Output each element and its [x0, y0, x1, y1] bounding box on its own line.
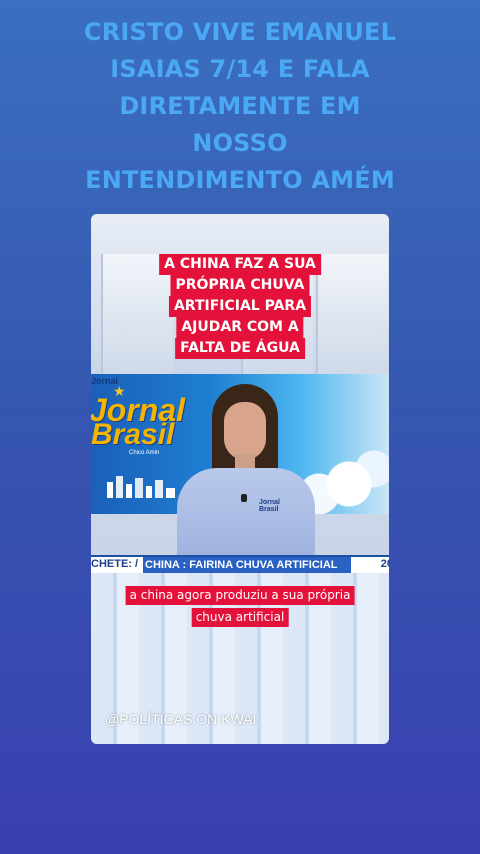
watermark: @POLÍTICAS ON KWAI — [105, 711, 257, 727]
video-player[interactable]: Jornal ★ Jornal Brasil Chico Amin Jornal… — [91, 214, 389, 744]
shirt-logo-line-2: Brasil — [259, 506, 279, 513]
shirt-logo: Jornal Brasil — [259, 499, 280, 513]
shirt-logo-line-1: Jornal — [259, 499, 281, 506]
headline-line-4: NOSSO — [192, 129, 288, 157]
news-ticker: CHETE: / CHINA : FAIRINA CHUVA ARTIFICIA… — [91, 555, 389, 573]
logo-subtitle: Chico Amin — [129, 450, 160, 456]
headline-line-5: ENTENDIMENTO AMÉM — [85, 166, 395, 194]
caption-top-line-1: A CHINA FAZ A SUA — [159, 254, 321, 275]
caption-top-line-4: AJUDAR COM A — [176, 317, 304, 338]
studio-panel — [316, 254, 388, 374]
anchor-body — [177, 468, 315, 558]
headline-line-1: CRISTO VIVE EMANUEL — [83, 18, 397, 46]
logo-brasil: Brasil — [91, 418, 175, 451]
ticker-headline: CHINA : FAIRINA CHUVA ARTIFICIAL — [143, 557, 351, 573]
microphone-icon — [241, 494, 247, 502]
anchor-face — [224, 402, 266, 460]
ticker-label: CHETE: — [91, 558, 132, 570]
caption-top-line-3: ARTIFICIAL PARA — [168, 296, 312, 317]
headline-line-3: DIRETAMENTE EM — [119, 92, 361, 120]
city-skyline — [107, 474, 177, 498]
caption-bottom-line-1: a china agora produziu a sua própria — [125, 586, 355, 605]
headline-line-2: ISAIAS 7/14 E FALA — [110, 55, 370, 83]
caption-top-line-2: PRÓPRIA CHUVA — [170, 275, 310, 296]
ticker-year: 20 — [380, 558, 389, 570]
caption-bottom-line-2: chuva artificial — [191, 608, 289, 627]
caption-top-line-5: FALTA DE ÁGUA — [175, 338, 305, 359]
headline: CRISTO VIVE EMANUEL ISAIAS 7/14 E FALA D… — [0, 14, 480, 199]
ticker-slash: / — [135, 558, 139, 570]
